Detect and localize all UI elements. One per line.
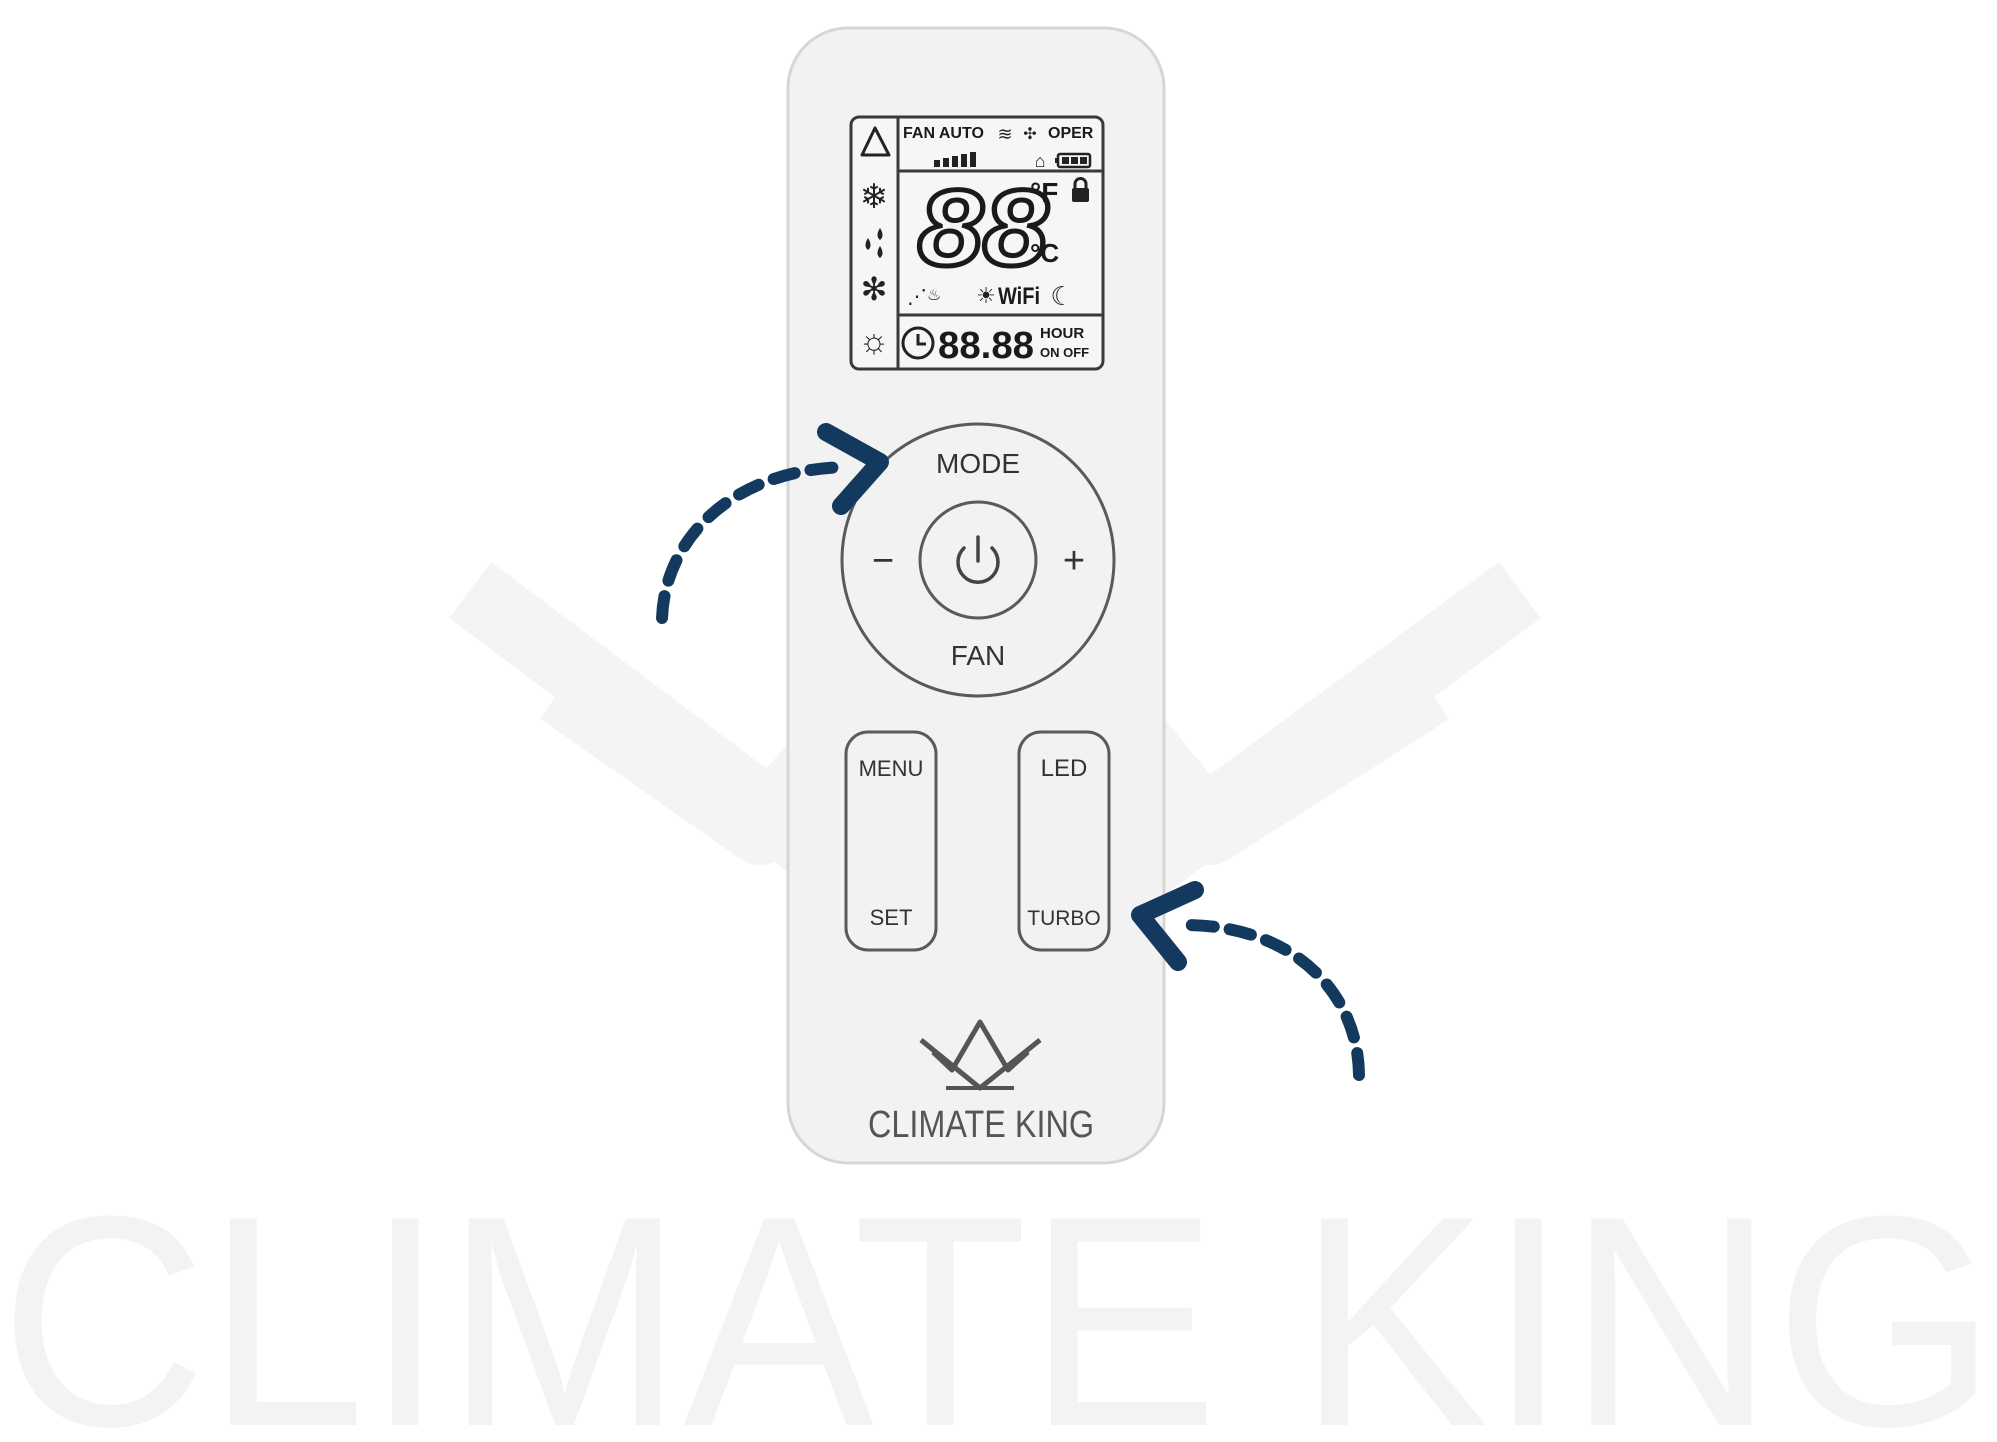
watermark-text: CLIMATE KING <box>0 1153 1997 1442</box>
menu-set-button[interactable]: MENU SET <box>844 730 938 952</box>
power-button[interactable] <box>918 500 1038 620</box>
lcd-sun-icon: ☀ <box>976 283 996 308</box>
lcd-wifi-signal-icon: ≋ <box>997 124 1012 144</box>
turbo-label: TURBO <box>1027 907 1101 930</box>
mode-button[interactable]: MODE <box>936 448 1020 479</box>
lcd-wifi: WiFi <box>998 283 1040 310</box>
lcd-fan-auto: FAN AUTO <box>903 125 984 142</box>
led-turbo-button[interactable]: LED TURBO <box>1017 730 1111 952</box>
lcd-timer: 88.88 <box>938 325 1034 367</box>
brand-name: CLIMATE KING <box>868 1104 1094 1146</box>
lcd-sleep-icon: ☾ <box>1050 281 1073 311</box>
fan-mode-icon: ✻ <box>861 271 888 307</box>
lcd-display: ❄ ✻ ☼ FAN AUTO ≋ ✣ OPER ⌂ 88 °F °C ⋰ ♨ ☀… <box>849 115 1105 371</box>
lcd-swing-icon: ⋰ <box>907 286 927 308</box>
right-arrow-icon <box>1131 881 1365 1081</box>
scene: CLIMATE KING ❄ ✻ ☼ FAN AUTO ≋ ✣ OPER ⌂ 8… <box>0 26 1997 1442</box>
cool-mode-icon: ❄ <box>860 178 889 216</box>
heat-mode-icon: ☼ <box>858 322 889 360</box>
lcd-oper: OPER <box>1048 125 1094 142</box>
lcd-sensor-icon: ♨ <box>927 287 941 304</box>
lcd-hour: HOUR <box>1040 325 1084 342</box>
led-label: LED <box>1041 755 1088 782</box>
lcd-on-off: ON OFF <box>1040 345 1089 360</box>
lcd-unit-c: °C <box>1030 238 1059 268</box>
set-label: SET <box>870 905 913 930</box>
plus-button[interactable]: + <box>1063 540 1085 582</box>
minus-button[interactable]: − <box>872 540 894 582</box>
fan-button[interactable]: FAN <box>951 640 1005 671</box>
lcd-temperature: 88 <box>918 167 1048 288</box>
lcd-oper-fan-icon: ✣ <box>1023 126 1036 143</box>
lcd-unit-f: °F <box>1030 177 1058 208</box>
menu-label: MENU <box>859 756 924 781</box>
